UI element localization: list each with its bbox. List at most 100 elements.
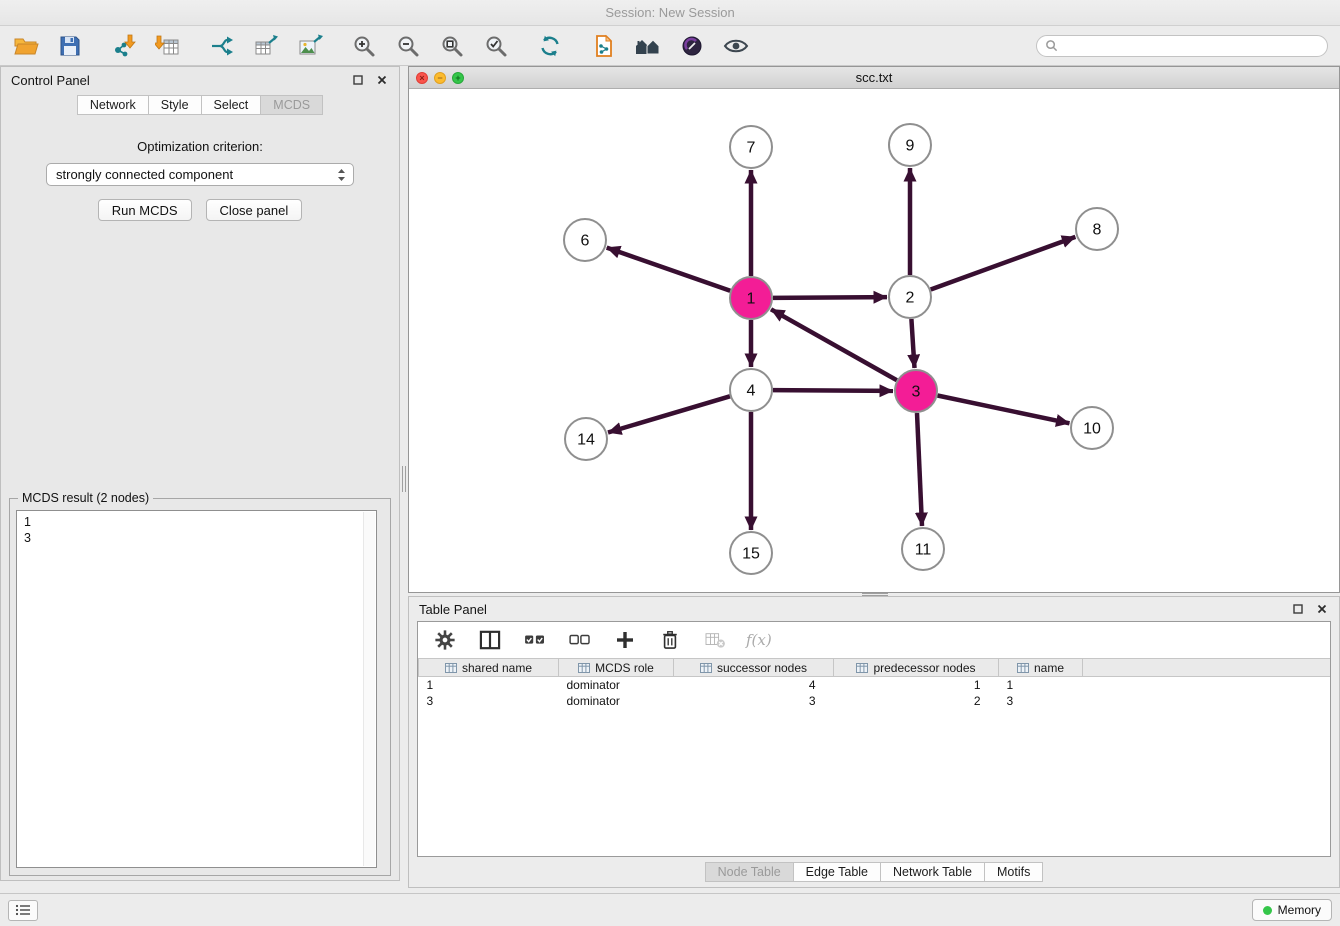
memory-status-dot <box>1263 906 1272 915</box>
add-row-button[interactable] <box>611 626 639 654</box>
column-header-shared-name[interactable]: shared name <box>419 659 559 677</box>
result-line: 1 <box>24 514 376 530</box>
float-table-panel-button[interactable] <box>1291 602 1305 616</box>
control-panel-title: Control Panel <box>11 73 90 88</box>
tab-network[interactable]: Network <box>77 95 149 115</box>
share-document-button[interactable] <box>590 32 618 60</box>
refresh-view-button[interactable] <box>536 32 564 60</box>
table-cell[interactable]: 1 <box>834 677 999 693</box>
graph-node-1[interactable]: 1 <box>730 277 772 319</box>
export-table-button[interactable] <box>252 32 280 60</box>
close-window-icon[interactable]: × <box>416 72 428 84</box>
column-header-name[interactable]: name <box>999 659 1083 677</box>
import-table-button[interactable] <box>154 32 182 60</box>
tab-mcds[interactable]: MCDS <box>260 95 323 115</box>
graph-node-10[interactable]: 10 <box>1071 407 1113 449</box>
search-field[interactable] <box>1036 35 1328 57</box>
table-cell[interactable]: dominator <box>559 677 674 693</box>
save-session-button[interactable] <box>56 32 84 60</box>
style-wand-button[interactable] <box>678 32 706 60</box>
horizontal-splitter[interactable] <box>408 593 1340 596</box>
graph-edge-4-14[interactable] <box>608 396 730 432</box>
result-scrollbar[interactable] <box>363 512 375 866</box>
graph-edge-3-1[interactable] <box>771 309 897 380</box>
network-home-button[interactable] <box>634 32 662 60</box>
zoom-window-icon[interactable]: + <box>452 72 464 84</box>
delete-table-icon <box>704 631 726 649</box>
zoom-selected-button[interactable] <box>482 32 510 60</box>
zoom-in-button[interactable] <box>350 32 378 60</box>
close-table-panel-button[interactable] <box>1315 602 1329 616</box>
column-header-successor-nodes[interactable]: successor nodes <box>674 659 834 677</box>
open-session-button[interactable] <box>12 32 40 60</box>
graph-node-8[interactable]: 8 <box>1076 208 1118 250</box>
graph-node-15[interactable]: 15 <box>730 532 772 574</box>
graph-node-11[interactable]: 11 <box>902 528 944 570</box>
delete-table-button[interactable] <box>701 626 729 654</box>
tab-select[interactable]: Select <box>201 95 262 115</box>
graph-node-7[interactable]: 7 <box>730 126 772 168</box>
table-cell[interactable]: 2 <box>834 693 999 709</box>
close-panel-action-button[interactable]: Close panel <box>206 199 303 221</box>
graph-edge-1-6[interactable] <box>607 248 731 291</box>
deselect-all-button[interactable] <box>566 626 594 654</box>
table-settings-button[interactable] <box>431 626 459 654</box>
graph-edge-3-10[interactable] <box>938 396 1070 424</box>
graph-node-3[interactable]: 3 <box>895 370 937 412</box>
table-cell[interactable]: 1 <box>419 677 559 693</box>
graph-node-9[interactable]: 9 <box>889 124 931 166</box>
network-window-titlebar[interactable]: × − + scc.txt <box>409 67 1339 89</box>
graph-edge-1-2[interactable] <box>773 297 887 298</box>
tab-style[interactable]: Style <box>148 95 202 115</box>
graph-node-4[interactable]: 4 <box>730 369 772 411</box>
table-cell[interactable]: 3 <box>674 693 834 709</box>
graph-edge-2-8[interactable] <box>931 237 1076 290</box>
right-column: × − + scc.txt 7968124314101511 <box>408 66 1340 893</box>
table-cell[interactable]: dominator <box>559 693 674 709</box>
table-cell[interactable]: 4 <box>674 677 834 693</box>
run-mcds-button[interactable]: Run MCDS <box>98 199 192 221</box>
function-builder-button[interactable]: f(x) <box>746 631 772 649</box>
minimize-window-icon[interactable]: − <box>434 72 446 84</box>
splitter-handle[interactable] <box>862 593 888 596</box>
memory-label: Memory <box>1278 903 1321 917</box>
table-cell[interactable]: 1 <box>999 677 1083 693</box>
zoom-fit-button[interactable] <box>438 32 466 60</box>
column-header-MCDS-role[interactable]: MCDS role <box>559 659 674 677</box>
mcds-result-list[interactable]: 1 3 <box>16 510 377 868</box>
select-all-button[interactable] <box>521 626 549 654</box>
task-history-button[interactable] <box>8 900 38 921</box>
criterion-dropdown[interactable]: strongly connected component <box>46 163 354 186</box>
table-row[interactable]: 1dominator411 <box>419 677 1331 693</box>
memory-button[interactable]: Memory <box>1252 899 1332 921</box>
export-image-button[interactable] <box>296 32 324 60</box>
table-cell[interactable]: 3 <box>999 693 1083 709</box>
tab-edge-table[interactable]: Edge Table <box>793 862 881 882</box>
network-graph[interactable]: 7 9 6 8 1 2 4 3 14 10 15 11 <box>409 89 1339 592</box>
float-panel-button[interactable] <box>351 73 365 87</box>
graph-node-6[interactable]: 6 <box>564 219 606 261</box>
graph-node-label: 15 <box>742 546 760 563</box>
close-panel-button[interactable] <box>375 73 389 87</box>
show-columns-button[interactable] <box>476 626 504 654</box>
splitter-handle[interactable] <box>402 466 406 492</box>
graph-node-2[interactable]: 2 <box>889 276 931 318</box>
graph-edge-3-11[interactable] <box>917 413 922 526</box>
search-input[interactable] <box>1063 38 1319 54</box>
graph-edge-4-3[interactable] <box>773 390 893 391</box>
zoom-out-button[interactable] <box>394 32 422 60</box>
graph-node-14[interactable]: 14 <box>565 418 607 460</box>
graph-edge-2-3[interactable] <box>911 319 914 368</box>
tab-node-table[interactable]: Node Table <box>705 862 794 882</box>
export-network-button[interactable] <box>208 32 236 60</box>
column-header-predecessor-nodes[interactable]: predecessor nodes <box>834 659 999 677</box>
delete-row-button[interactable] <box>656 626 684 654</box>
tab-network-table[interactable]: Network Table <box>880 862 985 882</box>
column-type-icon <box>578 663 590 673</box>
import-network-button[interactable] <box>110 32 138 60</box>
show-hide-button[interactable] <box>722 32 750 60</box>
table-cell[interactable]: 3 <box>419 693 559 709</box>
table-row[interactable]: 3dominator323 <box>419 693 1331 709</box>
tab-motifs[interactable]: Motifs <box>984 862 1043 882</box>
vertical-splitter[interactable] <box>400 66 408 893</box>
